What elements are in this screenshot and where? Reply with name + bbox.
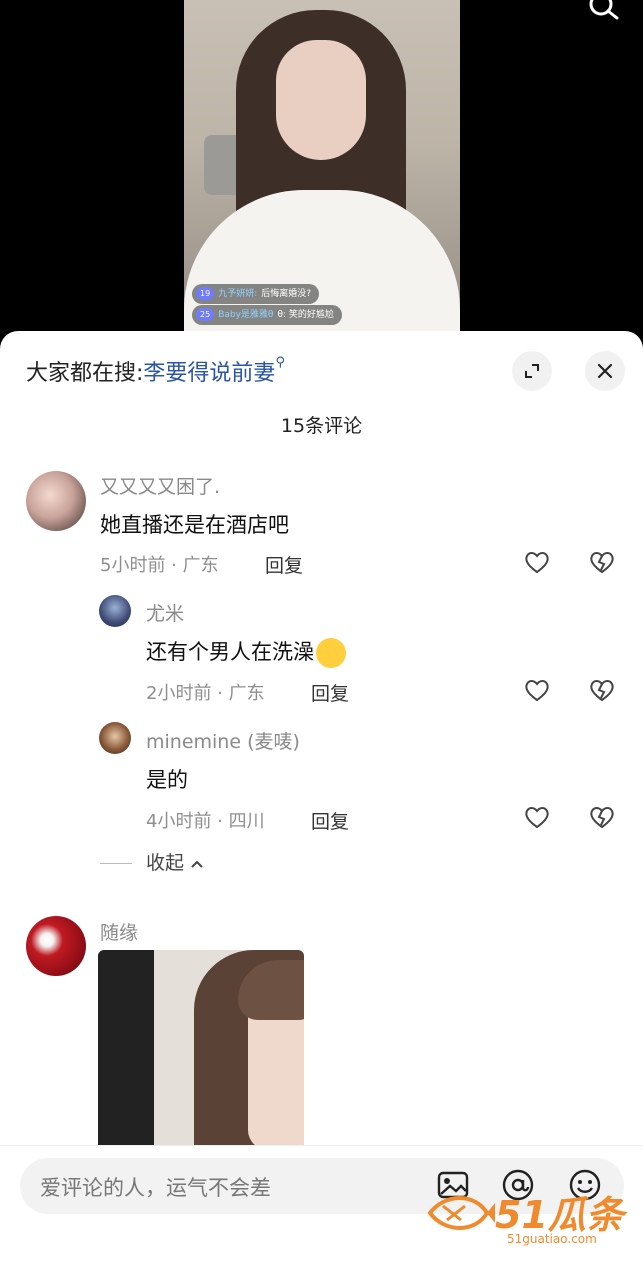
reply-text: 是的	[146, 768, 188, 792]
trending-search[interactable]: 大家都在搜:李要得说前妻⚲	[26, 355, 285, 387]
comment-image[interactable]	[98, 950, 304, 1150]
danmu-user: Baby是雅雅θ	[218, 310, 274, 320]
comment-count: 15条评论	[280, 415, 363, 437]
reply-button[interactable]: 回复	[311, 807, 349, 834]
reply-meta: 2小时前 · 广东	[146, 683, 265, 704]
streamer-face	[276, 40, 366, 160]
avatar[interactable]	[26, 471, 86, 531]
broken-heart-icon[interactable]	[588, 676, 616, 704]
chevron-up-icon	[191, 860, 203, 868]
reply-button[interactable]: 回复	[311, 679, 349, 706]
photo-tv	[98, 950, 154, 1150]
comment-text: 她直播还是在酒店吧	[100, 513, 289, 537]
broken-heart-icon[interactable]	[588, 548, 616, 576]
collapse-label: 收起	[146, 852, 185, 874]
watermark-brand: 51瓜条	[495, 1193, 624, 1237]
avatar[interactable]	[99, 722, 131, 754]
danmu-message: 25 Baby是雅雅θ θ: 笑的好尴尬	[192, 305, 342, 325]
heart-icon[interactable]	[523, 676, 551, 704]
danmu-message: 19 九予妍妍: 后悔离婚没?	[192, 284, 320, 304]
heart-icon[interactable]	[523, 803, 551, 831]
grimace-emoji-icon	[316, 638, 346, 668]
comment-username[interactable]: 随缘	[100, 918, 138, 945]
comment-meta: 5小时前 · 广东	[100, 555, 219, 576]
reply-text-content: 还有个男人在洗澡	[146, 640, 314, 664]
reply-username[interactable]: 尤米	[146, 599, 184, 626]
watermark-logo: 51瓜条 51guatiao.com	[425, 1184, 625, 1254]
comment-sheet: 大家都在搜:李要得说前妻⚲ 15条评论 又又又又困了. 她直播还是在酒店吧 5小…	[0, 331, 643, 1280]
reply-username[interactable]: minemine (麦唛)	[146, 727, 300, 754]
search-icon: ⚲	[275, 355, 285, 370]
reply-text: 还有个男人在洗澡	[146, 636, 346, 668]
level-badge: 19	[196, 287, 215, 300]
search-icon[interactable]	[587, 0, 621, 20]
expand-button[interactable]	[512, 351, 552, 391]
live-video-area[interactable]: 19 九予妍妍: 后悔离婚没? 25 Baby是雅雅θ θ: 笑的好尴尬	[0, 0, 643, 360]
close-icon	[597, 363, 613, 379]
avatar[interactable]	[26, 916, 86, 976]
watermark-url: 51guatiao.com	[507, 1232, 597, 1246]
collapse-replies-button[interactable]: 收起	[100, 848, 204, 875]
reply-meta: 4小时前 · 四川	[146, 811, 265, 832]
reply-button[interactable]: 回复	[265, 551, 303, 578]
heart-icon[interactable]	[523, 548, 551, 576]
fish-logo-icon	[427, 1196, 495, 1230]
comment-username[interactable]: 又又又又困了.	[100, 472, 220, 499]
danmu-text: 后悔离婚没?	[261, 289, 312, 299]
comment-input-placeholder: 爱评论的人，运气不会差	[40, 1176, 271, 1200]
trending-term[interactable]: 李要得说前妻	[143, 361, 275, 386]
danmu-text: θ: 笑的好尴尬	[277, 310, 334, 320]
level-badge: 25	[196, 308, 215, 321]
trending-label: 大家都在搜:	[26, 361, 144, 386]
danmu-user: 九予妍妍:	[218, 289, 258, 299]
expand-icon	[525, 364, 539, 378]
avatar[interactable]	[99, 595, 131, 627]
comment-input-bar: 爱评论的人，运气不会差 51瓜条 51guatiao.com	[0, 1145, 643, 1281]
close-button[interactable]	[585, 351, 625, 391]
divider-line	[100, 863, 132, 864]
broken-heart-icon[interactable]	[588, 803, 616, 831]
